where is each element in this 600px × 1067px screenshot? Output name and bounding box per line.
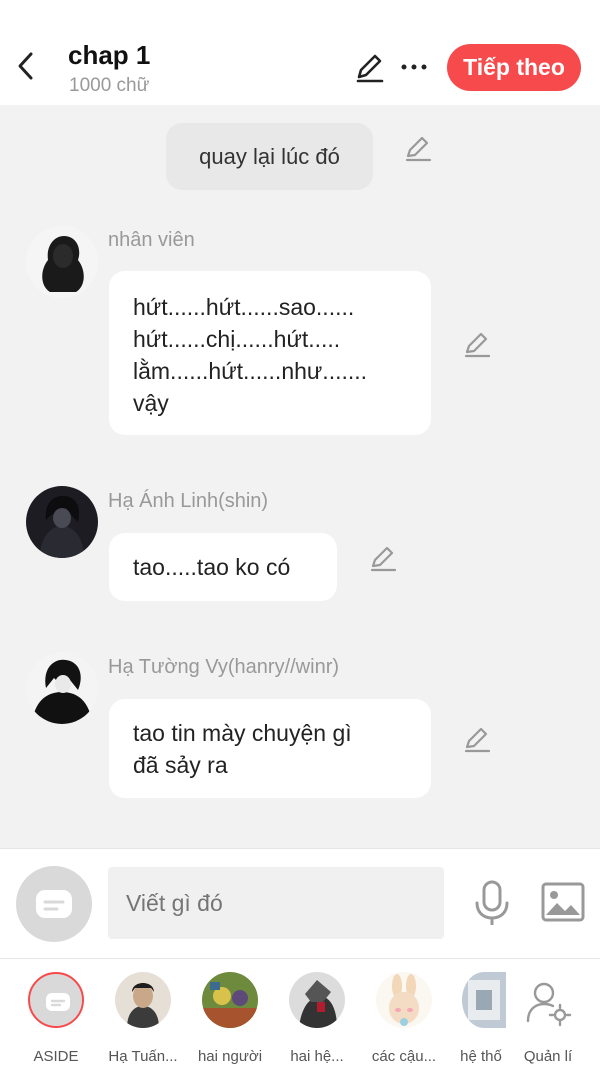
image-icon (541, 882, 585, 922)
avatar (202, 972, 258, 1028)
back-button[interactable] (12, 48, 42, 84)
pencil-icon (370, 546, 397, 572)
avatar (289, 972, 345, 1028)
edit-narration-button[interactable] (403, 133, 433, 163)
pencil-icon (405, 136, 432, 162)
next-chapter-button[interactable]: Tiếp theo (447, 44, 581, 91)
character-item[interactable]: hai hệ... (275, 969, 359, 1067)
character-name: nhân viên (108, 229, 195, 251)
avatar[interactable] (26, 652, 98, 724)
avatar (376, 972, 432, 1028)
composer-bar (0, 848, 600, 958)
aside-icon (28, 972, 84, 1028)
character-aside[interactable]: ASIDE (14, 969, 98, 1067)
microphone-icon (475, 880, 509, 925)
aside-toggle-button[interactable] (16, 866, 92, 942)
chapter-title: chap 1 (68, 40, 151, 70)
manage-characters-button[interactable]: Quản lí (506, 969, 590, 1067)
character-name: Hạ Ánh Linh(shin) (108, 490, 269, 512)
character-item[interactable]: hai người (188, 969, 272, 1067)
image-upload-button[interactable] (540, 881, 586, 923)
character-item[interactable]: các cậu... (362, 969, 446, 1067)
edit-message-button[interactable] (368, 543, 398, 573)
character-name: Hạ Tường Vy(hanry//winr) (108, 656, 340, 678)
pencil-icon (464, 727, 491, 753)
pencil-icon (464, 332, 491, 358)
user-settings-icon (526, 982, 572, 1027)
character-label: ASIDE (33, 1048, 79, 1065)
avatar (115, 972, 171, 1028)
edit-message-button[interactable] (462, 329, 492, 359)
message-input[interactable] (108, 867, 444, 939)
chat-bubble-icon (36, 890, 72, 918)
character-selector: ASIDE Hạ Tuấn... hai người hai hệ... các… (0, 958, 600, 1067)
more-button[interactable] (398, 50, 430, 84)
edit-message-button[interactable] (462, 724, 492, 754)
character-label: hai người (197, 1048, 263, 1065)
top-bar: chap 1 1000 chữ Tiếp theo (0, 0, 600, 105)
avatar[interactable] (26, 226, 98, 298)
more-dots-icon (401, 64, 427, 70)
word-count: 1000 chữ (69, 75, 150, 96)
narration-bubble[interactable]: quay lại lúc đó (166, 123, 373, 190)
message-bubble[interactable]: tao tin mày chuyện gì đã sảy ra (109, 699, 431, 798)
character-item[interactable]: Hạ Tuấn... (101, 969, 185, 1067)
avatar (462, 972, 506, 1028)
character-label: các cậu... (371, 1048, 437, 1065)
pencil-icon (356, 54, 384, 83)
edit-button[interactable] (352, 50, 386, 84)
message-bubble[interactable]: tao.....tao ko có (109, 533, 337, 601)
character-label: Hạ Tuấn... (108, 1048, 178, 1065)
character-label: Quản lí (523, 1048, 573, 1065)
message-bubble[interactable]: hứt......hứt......sao...... hứt......chị… (109, 271, 431, 435)
voice-input-button[interactable] (470, 879, 514, 927)
chevron-left-icon (18, 52, 33, 80)
avatar[interactable] (26, 486, 98, 558)
character-label: hai hệ... (290, 1048, 344, 1065)
